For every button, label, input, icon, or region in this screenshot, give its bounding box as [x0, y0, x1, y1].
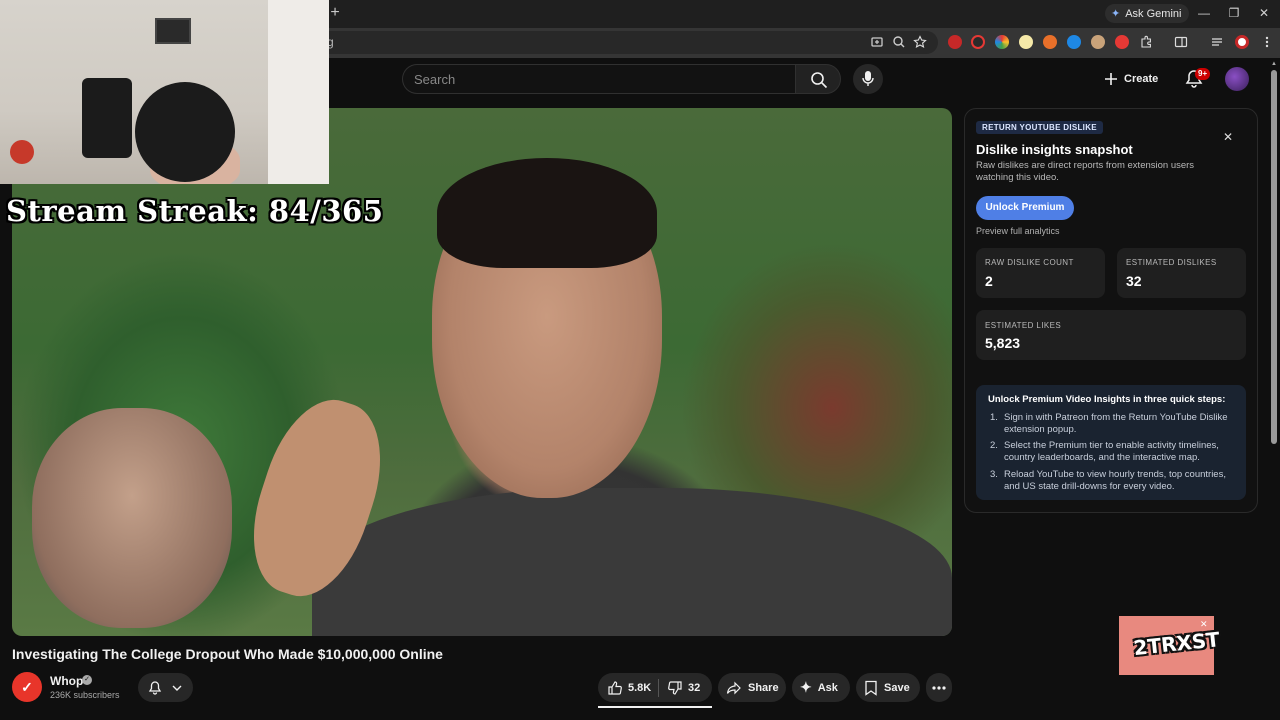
webcam-punching-bag — [10, 140, 34, 164]
preview-analytics-link[interactable]: Preview full analytics — [976, 226, 1060, 236]
subscriber-count: 236K subscribers — [50, 690, 120, 700]
verified-icon: ✓ — [82, 675, 92, 685]
premium-steps-title: Unlock Premium Video Insights in three q… — [988, 394, 1226, 405]
like-dislike-group: 5.8K 32 — [598, 673, 712, 702]
like-ratio-bar — [598, 706, 712, 708]
share-label: Share — [748, 681, 779, 694]
address-bar[interactable] — [300, 31, 938, 54]
sun-extension-icon[interactable] — [1019, 35, 1033, 49]
more-actions-button[interactable] — [926, 673, 952, 702]
share-icon — [726, 681, 741, 694]
ask-gemini-button[interactable]: ✦ Ask Gemini — [1105, 4, 1190, 23]
page-scrollbar-thumb[interactable] — [1271, 70, 1277, 444]
new-tab-button[interactable]: + — [328, 5, 342, 21]
video-player[interactable] — [12, 108, 952, 636]
thumbs-up-icon — [608, 680, 622, 695]
rtd-tag: RETURN YOUTUBE DISLIKE — [976, 121, 1103, 134]
blocker-extension-icon[interactable] — [971, 35, 985, 49]
search-button[interactable] — [795, 64, 841, 94]
restore-icon[interactable]: ❐ — [1226, 5, 1242, 21]
chevron-down-icon — [172, 685, 182, 691]
channel-avatar[interactable]: ✓ — [12, 672, 42, 702]
webcam-person-head — [135, 82, 235, 182]
like-button[interactable]: 5.8K — [598, 673, 658, 702]
blue-extension-icon[interactable] — [1067, 35, 1081, 49]
estimated-dislikes-label: ESTIMATED DISLIKES — [1126, 258, 1217, 267]
voice-search-button[interactable] — [853, 64, 883, 94]
create-button[interactable]: Create — [1104, 67, 1158, 91]
overlay-close-icon: ✕ — [1200, 619, 1208, 629]
close-icon[interactable]: ✕ — [1256, 5, 1272, 21]
avatar-extension-icon[interactable] — [1091, 35, 1105, 49]
bookmark-star-icon[interactable] — [913, 35, 927, 49]
rtd-title: Dislike insights snapshot — [976, 142, 1133, 157]
dislike-count: 32 — [688, 681, 701, 694]
zoom-icon[interactable] — [892, 35, 906, 49]
estimated-dislikes-value: 32 — [1126, 273, 1142, 289]
step-text: Sign in with Patreon from the Return You… — [1004, 412, 1228, 435]
notification-count-badge: 9+ — [1195, 68, 1211, 80]
thumbs-down-icon — [668, 680, 682, 695]
reading-list-icon[interactable] — [1210, 35, 1224, 49]
red-extension-icon[interactable] — [1115, 35, 1129, 49]
webcam-overlay — [0, 0, 329, 184]
share-button[interactable]: Share — [718, 673, 786, 702]
raw-dislike-card — [976, 248, 1105, 298]
step-text: Reload YouTube to view hourly trends, to… — [1004, 469, 1226, 492]
like-count: 5.8K — [628, 681, 652, 694]
dislike-button[interactable]: 32 — [659, 673, 700, 702]
raw-dislike-label: RAW DISLIKE COUNT — [985, 258, 1074, 267]
channel-name[interactable]: Whop — [50, 674, 83, 688]
sparkle-icon: ✦ — [800, 679, 812, 695]
rtd-description: Raw dislikes are direct reports from ext… — [976, 160, 1195, 183]
plus-icon — [1105, 73, 1117, 85]
raw-dislike-value: 2 — [985, 273, 993, 289]
scroll-up-arrow-icon[interactable]: ▲ — [1271, 61, 1279, 67]
gemini-sparkle-icon: ✦ — [1111, 8, 1121, 20]
step-text: Select the Premium tier to enable activi… — [1004, 440, 1219, 463]
webcam-chair — [82, 78, 132, 158]
microphone-icon — [862, 71, 874, 86]
ask-gemini-label: Ask Gemini — [1125, 7, 1182, 20]
close-icon[interactable]: ✕ — [1222, 131, 1234, 143]
extension-icon[interactable] — [948, 35, 962, 49]
ask-button[interactable]: ✦ Ask — [792, 673, 850, 702]
search-input[interactable] — [414, 70, 784, 88]
webcam-door — [268, 0, 329, 184]
unlock-premium-button[interactable]: Unlock Premium — [976, 196, 1074, 220]
search-icon — [811, 72, 828, 89]
subscription-notifications-button[interactable] — [138, 673, 193, 702]
webcam-shelf — [155, 18, 191, 44]
more-horizontal-icon — [932, 685, 946, 690]
stream-streak-text: Stream Streak: 84/365 — [6, 194, 384, 228]
profile-icon[interactable] — [1235, 35, 1249, 49]
install-app-icon[interactable] — [870, 35, 884, 49]
estimated-likes-label: ESTIMATED LIKES — [985, 321, 1062, 330]
video-frame-hair — [437, 158, 657, 268]
step-number: 1. — [990, 412, 998, 423]
account-avatar[interactable] — [1225, 67, 1249, 91]
save-button[interactable]: Save — [856, 673, 920, 702]
minimize-icon[interactable]: — — [1196, 5, 1212, 21]
color-extension-icon[interactable] — [995, 35, 1009, 49]
video-title: Investigating The College Dropout Who Ma… — [12, 646, 443, 662]
extensions-puzzle-icon[interactable] — [1139, 35, 1153, 49]
step-number: 3. — [990, 469, 998, 480]
create-label: Create — [1124, 73, 1159, 85]
save-label: Save — [884, 681, 910, 694]
bookmark-icon — [865, 680, 877, 696]
video-frame-shirt — [312, 488, 952, 636]
step-number: 2. — [990, 440, 998, 451]
bell-icon — [148, 681, 162, 695]
kebab-menu-icon[interactable] — [1260, 35, 1274, 49]
fox-extension-icon[interactable] — [1043, 35, 1057, 49]
estimated-likes-value: 5,823 — [985, 335, 1021, 351]
ask-label: Ask — [817, 681, 838, 694]
video-frame-figure-left — [32, 408, 232, 628]
sidepanel-icon[interactable] — [1174, 35, 1188, 49]
